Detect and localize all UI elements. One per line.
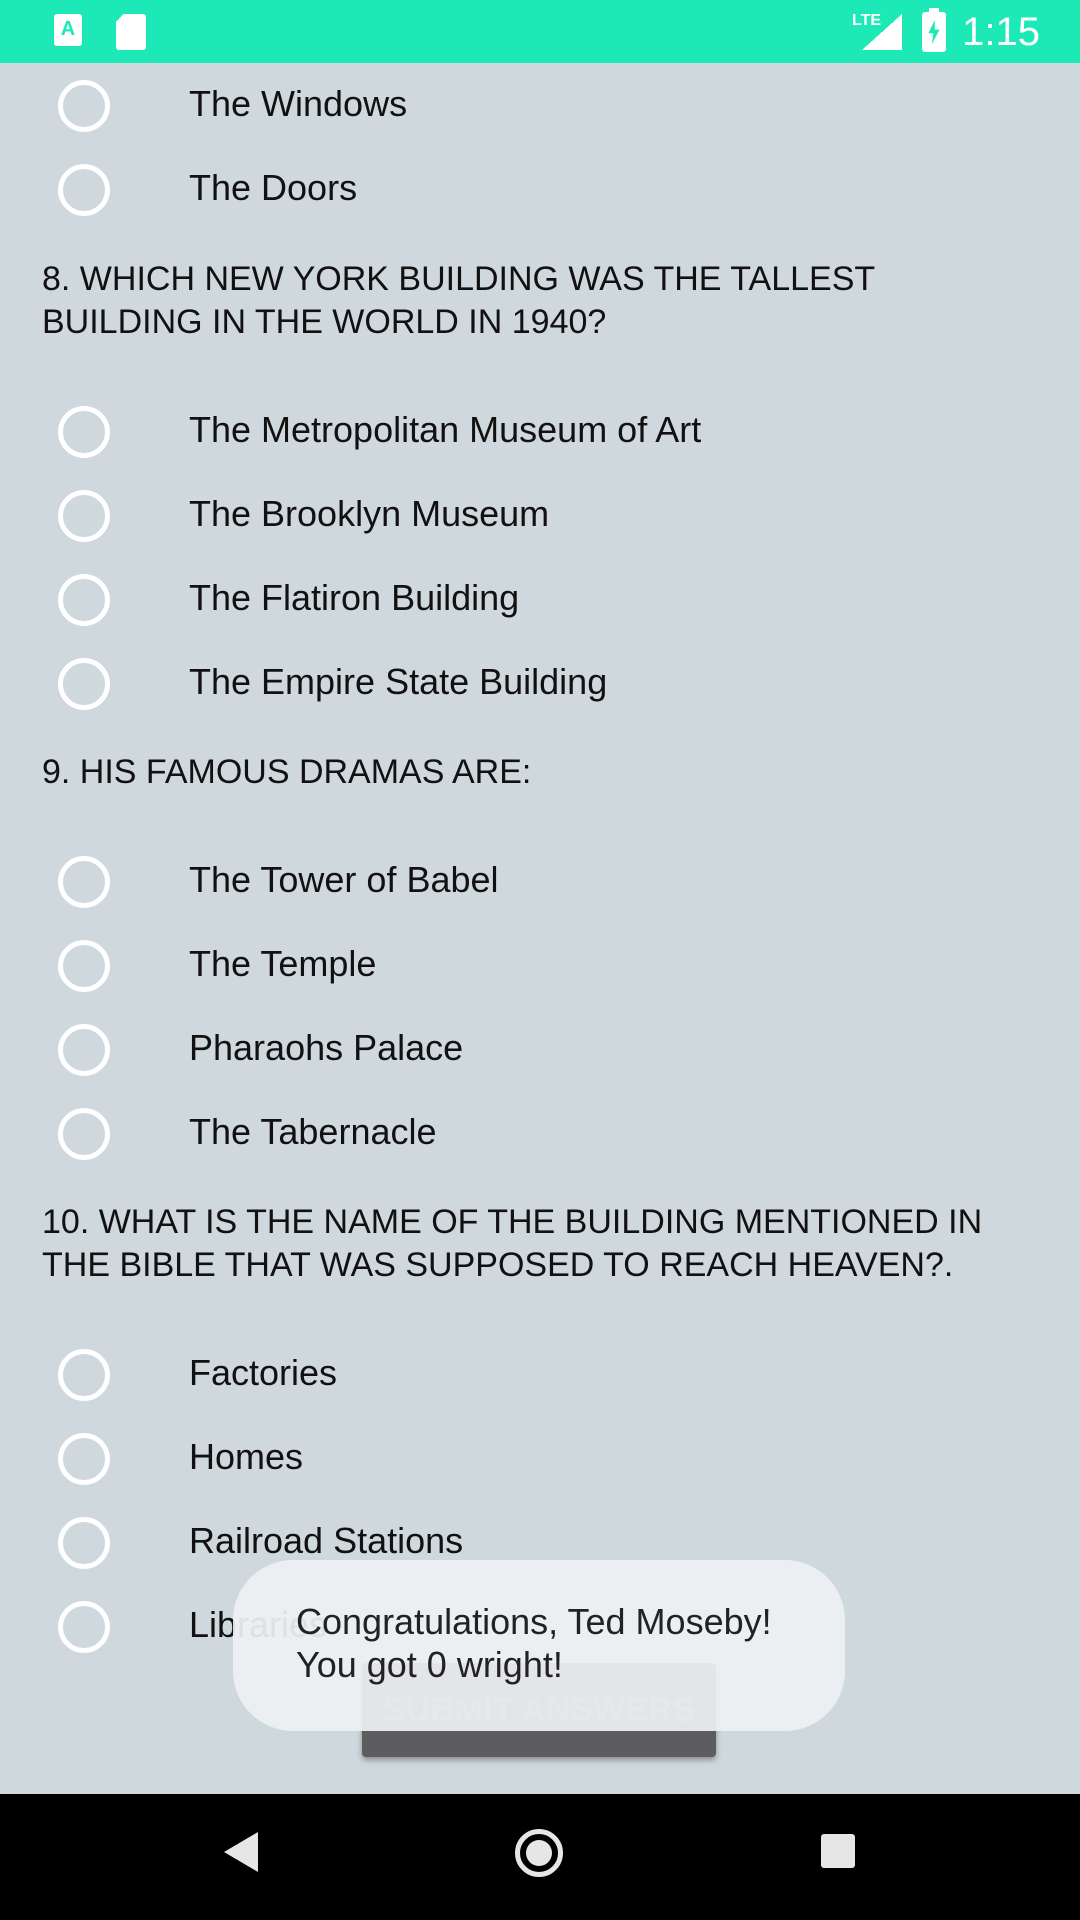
- radio-button[interactable]: [58, 80, 110, 132]
- option-label: Homes: [189, 1436, 304, 1477]
- question-8-title: 8. WHICH NEW YORK BUILDING WAS THE TALLE…: [42, 260, 876, 341]
- battery-charging-icon: [922, 8, 946, 52]
- radio-option[interactable]: The Temple: [0, 925, 1080, 1005]
- radio-button[interactable]: [58, 1108, 110, 1160]
- radio-option[interactable]: The Windows: [0, 65, 1080, 145]
- radio-option[interactable]: The Flatiron Building: [0, 559, 1080, 639]
- home-icon[interactable]: [515, 1829, 563, 1877]
- option-label: Pharaohs Palace: [189, 1027, 464, 1068]
- option-label: The Metropolitan Museum of Art: [189, 409, 702, 450]
- back-icon[interactable]: [224, 1832, 258, 1872]
- option-label: Factories: [189, 1352, 338, 1393]
- toast-line-2: You got 0 wright!: [296, 1644, 563, 1685]
- navigation-bar: [0, 1794, 1080, 1920]
- radio-option[interactable]: Pharaohs Palace: [0, 1009, 1080, 1089]
- sd-card-icon: [116, 14, 146, 50]
- radio-button[interactable]: [58, 1349, 110, 1401]
- option-label: The Temple: [189, 943, 377, 984]
- radio-option[interactable]: The Metropolitan Museum of Art: [0, 391, 1080, 471]
- radio-option[interactable]: Homes: [0, 1418, 1080, 1498]
- radio-button[interactable]: [58, 406, 110, 458]
- option-label: The Empire State Building: [189, 661, 608, 702]
- radio-button[interactable]: [58, 1517, 110, 1569]
- question-10-title: 10. WHAT IS THE NAME OF THE BUILDING MEN…: [42, 1203, 983, 1284]
- option-label: Railroad Stations: [189, 1520, 464, 1561]
- radio-button[interactable]: [58, 658, 110, 710]
- result-toast: Congratulations, Ted Moseby! You got 0 w…: [233, 1560, 845, 1731]
- radio-option[interactable]: The Tower of Babel: [0, 841, 1080, 921]
- option-label: The Tower of Babel: [189, 859, 499, 900]
- radio-button[interactable]: [58, 1601, 110, 1653]
- signal-icon: [862, 14, 902, 50]
- radio-button[interactable]: [58, 490, 110, 542]
- question-9-title: 9. HIS FAMOUS DRAMAS ARE:: [42, 753, 532, 791]
- radio-option[interactable]: The Doors: [0, 149, 1080, 229]
- status-time: 1:15: [962, 10, 1040, 54]
- option-label: The Brooklyn Museum: [189, 493, 550, 534]
- radio-button[interactable]: [58, 574, 110, 626]
- toast-line-1: Congratulations, Ted Moseby!: [296, 1601, 772, 1642]
- quiz-scroll-content[interactable]: The Windows The Doors 8. WHICH NEW YORK …: [0, 63, 1080, 1794]
- radio-button[interactable]: [58, 1433, 110, 1485]
- option-label: The Tabernacle: [189, 1111, 437, 1152]
- radio-option[interactable]: The Tabernacle: [0, 1093, 1080, 1173]
- radio-button[interactable]: [58, 940, 110, 992]
- app-notification-icon: A: [54, 14, 82, 46]
- radio-button[interactable]: [58, 1024, 110, 1076]
- radio-button[interactable]: [58, 856, 110, 908]
- recent-apps-icon[interactable]: [821, 1834, 855, 1868]
- status-bar: A LTE 1:15: [0, 0, 1080, 63]
- radio-button[interactable]: [58, 164, 110, 216]
- radio-option[interactable]: The Brooklyn Museum: [0, 475, 1080, 555]
- option-label: The Flatiron Building: [189, 577, 520, 618]
- radio-option[interactable]: The Empire State Building: [0, 643, 1080, 723]
- radio-option[interactable]: Factories: [0, 1334, 1080, 1414]
- option-label: The Windows: [189, 83, 408, 124]
- option-label: The Doors: [189, 167, 358, 208]
